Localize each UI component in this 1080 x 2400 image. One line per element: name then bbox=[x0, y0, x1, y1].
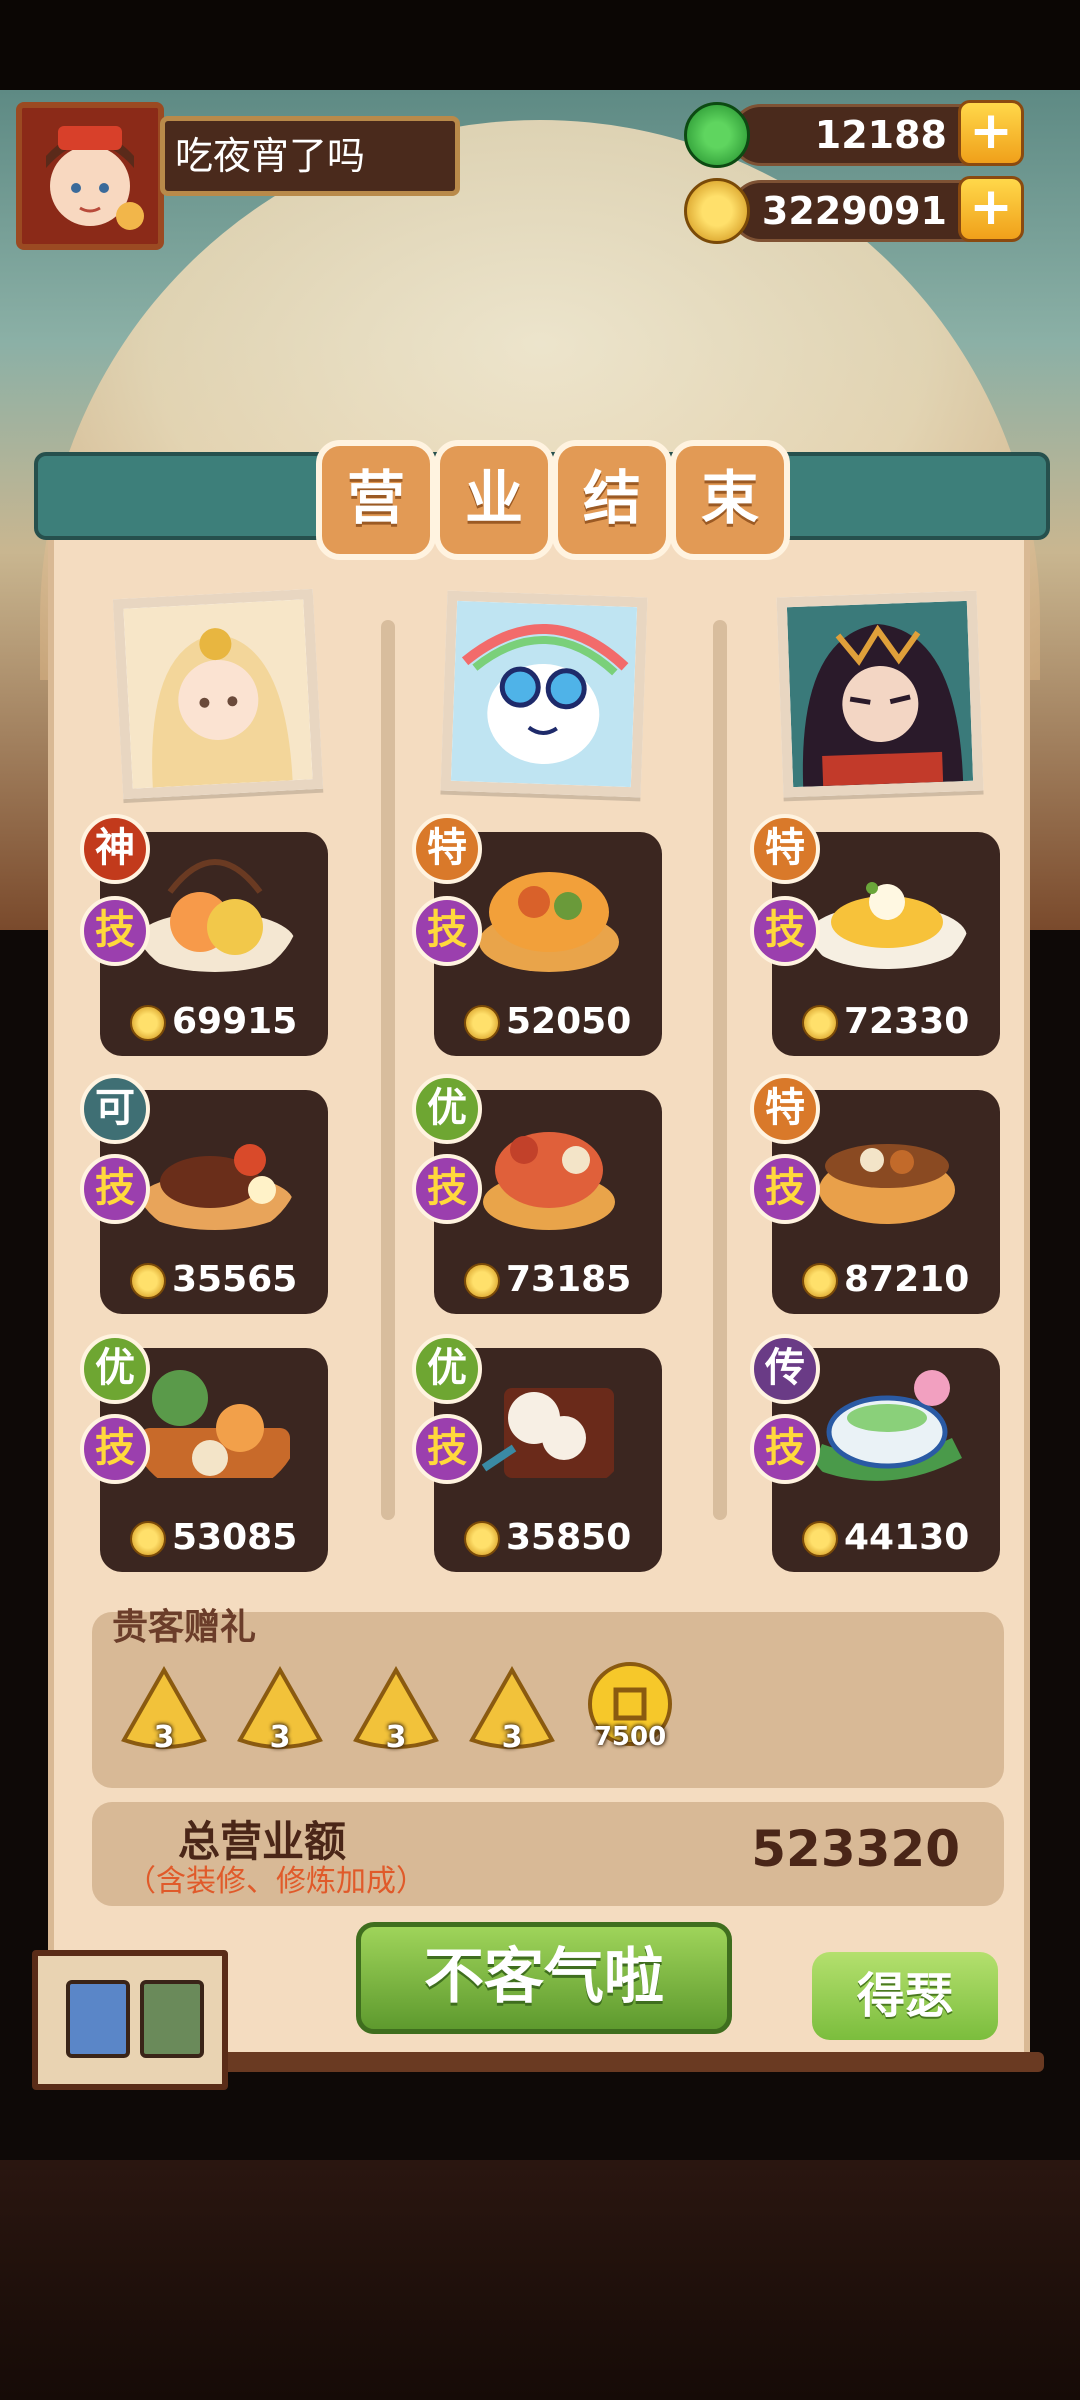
gift-item[interactable]: 3 bbox=[468, 1664, 556, 1756]
skill-badge: 技 bbox=[750, 896, 820, 966]
camera-icon[interactable] bbox=[66, 1980, 130, 2058]
coin-icon bbox=[130, 1263, 166, 1299]
coin-icon bbox=[802, 1005, 838, 1041]
confirm-button[interactable]: 不客气啦 bbox=[356, 1922, 732, 2034]
skill-badge: 技 bbox=[80, 1414, 150, 1484]
gift-count: 3 bbox=[153, 1720, 175, 1755]
skill-badge: 技 bbox=[80, 1154, 150, 1224]
gift-count: 7500 bbox=[593, 1722, 667, 1752]
coin-icon bbox=[130, 1521, 166, 1557]
share-button[interactable]: 得瑟 bbox=[812, 1952, 998, 2040]
dish-feast-platter-icon bbox=[140, 1370, 290, 1478]
add-coins-button[interactable]: + bbox=[958, 176, 1024, 242]
player-name: 吃夜宵了吗 bbox=[160, 116, 460, 196]
grade-badge: 优 bbox=[412, 1074, 482, 1144]
grade-badge: 优 bbox=[412, 1334, 482, 1404]
dish-shrimp-platter-icon bbox=[135, 859, 295, 972]
grade-badge: 特 bbox=[412, 814, 482, 884]
dish-steak-icon bbox=[137, 1144, 293, 1230]
avatar-character-icon bbox=[22, 108, 158, 244]
column-divider-2 bbox=[713, 620, 727, 1520]
jade-icon bbox=[684, 102, 750, 168]
title-char-3: 结 bbox=[552, 440, 672, 560]
dish-price: 87210 bbox=[844, 1259, 970, 1300]
gift-title: 贵客赠礼 bbox=[112, 1607, 257, 1648]
add-jade-button[interactable]: + bbox=[958, 100, 1024, 166]
chef-dark-portrait-icon bbox=[786, 600, 974, 788]
dish-price: 72330 bbox=[844, 1001, 970, 1042]
skill-badge: 技 bbox=[750, 1414, 820, 1484]
coin-icon bbox=[684, 178, 750, 244]
dish-price: 52050 bbox=[506, 1001, 632, 1042]
skill-badge: 技 bbox=[80, 896, 150, 966]
dish-price: 35850 bbox=[506, 1517, 632, 1558]
grade-badge: 特 bbox=[750, 1074, 820, 1144]
player-avatar[interactable] bbox=[16, 102, 164, 250]
title-char-2: 业 bbox=[434, 440, 554, 560]
gift-count: 3 bbox=[385, 1720, 407, 1755]
chef-portrait-2[interactable] bbox=[440, 590, 648, 798]
floor-decoration bbox=[0, 2160, 1080, 2400]
grade-badge: 神 bbox=[80, 814, 150, 884]
gift-item[interactable]: 3 bbox=[352, 1664, 440, 1756]
grade-badge: 传 bbox=[750, 1334, 820, 1404]
gift-item[interactable]: 7500 bbox=[586, 1660, 674, 1752]
total-revenue-note: （含装修、修炼加成） bbox=[126, 1864, 426, 1899]
coin-icon bbox=[464, 1005, 500, 1041]
dish-crab-buns-icon bbox=[481, 1388, 614, 1478]
coin-icon bbox=[464, 1263, 500, 1299]
dish-lobster-icon bbox=[483, 1132, 615, 1230]
coin-icon bbox=[464, 1521, 500, 1557]
skill-badge: 技 bbox=[412, 1154, 482, 1224]
skill-badge: 技 bbox=[412, 896, 482, 966]
dish-soup-pot-icon bbox=[819, 1144, 955, 1224]
coin-icon bbox=[802, 1263, 838, 1299]
mini-toolbar bbox=[32, 1950, 228, 2090]
gift-item[interactable]: 3 bbox=[120, 1664, 208, 1756]
skill-badge: 技 bbox=[412, 1414, 482, 1484]
gift-item[interactable]: 3 bbox=[236, 1664, 324, 1756]
dish-price: 35565 bbox=[172, 1259, 298, 1300]
dish-braised-bowl-icon bbox=[479, 872, 619, 972]
coin-icon bbox=[802, 1521, 838, 1557]
dish-egg-custard-icon bbox=[807, 882, 967, 969]
grade-badge: 优 bbox=[80, 1334, 150, 1404]
total-revenue-value: 523320 bbox=[751, 1820, 960, 1878]
column-divider-1 bbox=[381, 620, 395, 1520]
camera-icon[interactable] bbox=[140, 1980, 204, 2058]
gift-count: 3 bbox=[269, 1720, 291, 1755]
title-char-4: 束 bbox=[670, 440, 790, 560]
title-char-1: 营 bbox=[316, 440, 436, 560]
chef-bunny-portrait-icon bbox=[450, 600, 638, 788]
chef-portrait-3[interactable] bbox=[776, 590, 984, 798]
dish-price: 69915 bbox=[172, 1001, 298, 1042]
dish-porcelain-soup-icon bbox=[812, 1370, 962, 1481]
gift-count: 3 bbox=[501, 1720, 523, 1755]
dish-price: 73185 bbox=[506, 1259, 632, 1300]
coin-icon bbox=[130, 1005, 166, 1041]
skill-badge: 技 bbox=[750, 1154, 820, 1224]
grade-badge: 特 bbox=[750, 814, 820, 884]
chef-girl-portrait-icon bbox=[123, 599, 313, 789]
chef-portrait-1[interactable] bbox=[112, 588, 324, 800]
grade-badge: 可 bbox=[80, 1074, 150, 1144]
dish-price: 53085 bbox=[172, 1517, 298, 1558]
dish-price: 44130 bbox=[844, 1517, 970, 1558]
